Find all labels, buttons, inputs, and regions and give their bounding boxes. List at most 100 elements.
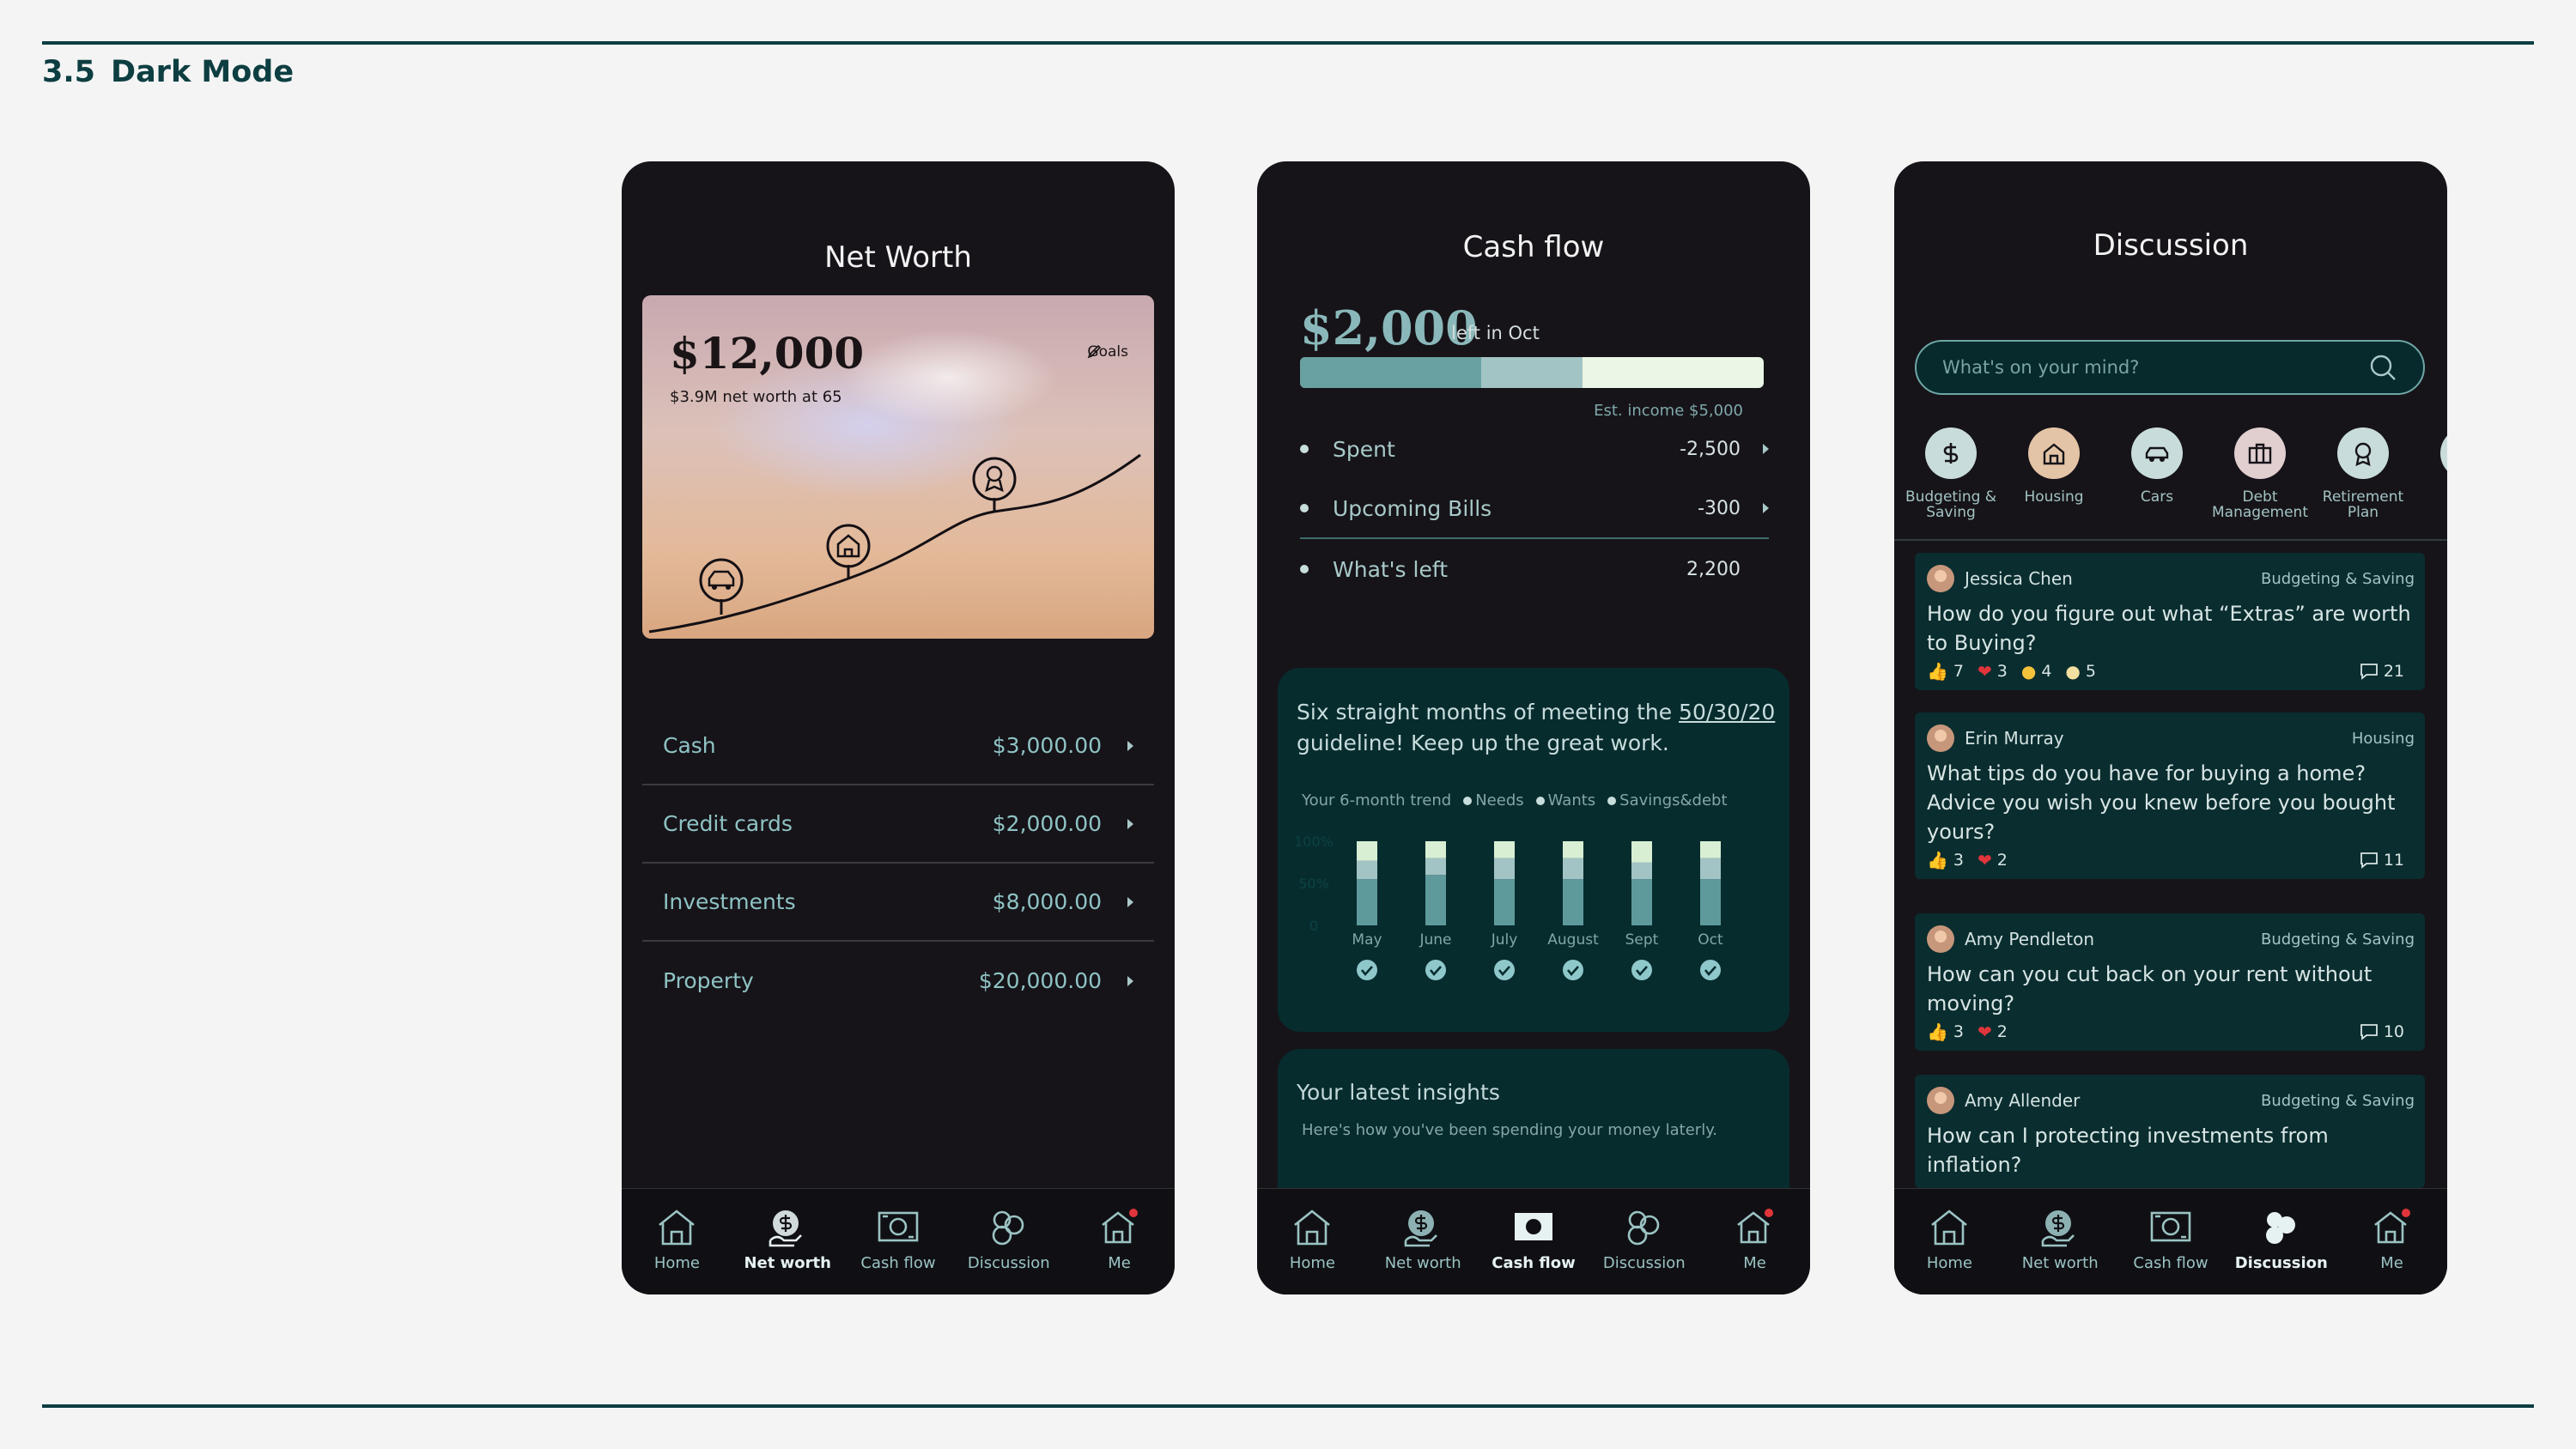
bar-needs-august <box>1563 879 1583 925</box>
phone-cash-flow: Cash flow $2,000 left in Oct Est. income… <box>1257 161 1810 1294</box>
account-row-property[interactable]: Property $20,000.00 <box>642 942 1154 1020</box>
category-o[interactable]: O <box>2415 427 2447 544</box>
reaction[interactable]: ● 4 <box>2021 661 2052 682</box>
category-retirement-plan[interactable]: Retirement Plan <box>2312 427 2415 544</box>
category-budgeting-saving[interactable]: Budgeting & Saving <box>1899 427 2002 544</box>
reaction[interactable]: ❤ 2 <box>1978 1022 2008 1042</box>
post-question: How can you cut back on your rent withou… <box>1927 962 2372 1016</box>
goals-link[interactable]: Goals <box>1087 343 1128 361</box>
cash-flow-row-spent[interactable]: Spent -2,500 <box>1300 419 1769 479</box>
tab-discussion[interactable]: Discussion <box>957 1206 1060 1294</box>
row-label: Upcoming Bills <box>1333 495 1492 521</box>
category-cars[interactable]: Cars <box>2105 427 2208 544</box>
discussion-icon <box>992 1210 1024 1246</box>
comments[interactable]: 10 <box>2360 1022 2404 1041</box>
discussion-icon <box>1627 1210 1660 1246</box>
idea-icon: ● <box>2065 661 2081 682</box>
tab-cash-flow[interactable]: Cash flow <box>847 1206 950 1294</box>
account-row-investments[interactable]: Investments $8,000.00 <box>642 864 1154 942</box>
cash-flow-row-whats-left: What's left 2,200 <box>1300 539 1769 599</box>
six-month-trend-card[interactable]: Six straight months of meeting the 50/30… <box>1278 668 1789 1032</box>
check-circle-icon <box>1357 960 1377 980</box>
net-worth-icon <box>1404 1210 1438 1247</box>
category-icon-circle <box>2440 427 2447 479</box>
think-icon: ● <box>2020 661 2037 682</box>
tab-label: Home <box>653 1254 700 1272</box>
account-row-cash[interactable]: Cash $3,000.00 <box>642 707 1154 785</box>
post-card[interactable]: Jessica Chen Budgeting & Saving How do you… <box>1915 553 2425 690</box>
account-label: Credit cards <box>663 811 793 836</box>
pencil-icon <box>1088 344 1102 359</box>
reaction[interactable]: ❤ 2 <box>1978 850 2008 870</box>
reaction[interactable]: 👍 3 <box>1927 1022 1964 1042</box>
insights-subtitle: Here's how you've been spending your mon… <box>1302 1121 1718 1139</box>
post-category: Budgeting & Saving <box>2261 1091 2415 1110</box>
reaction[interactable]: ❤ 3 <box>1978 661 2008 682</box>
guideline-link[interactable]: 50/30/20 <box>1679 700 1775 724</box>
post-header: Jessica Chen Budgeting & Saving <box>1927 565 2415 592</box>
tab-me[interactable]: Me <box>2341 1206 2444 1294</box>
tab-home[interactable]: Home <box>625 1206 728 1294</box>
post-card[interactable]: Erin Murray Housing What tips do you have … <box>1915 712 2425 879</box>
chevron-right-icon <box>1763 444 1769 454</box>
comments[interactable]: 21 <box>2360 662 2404 681</box>
row-value: -300 <box>1698 497 1741 519</box>
account-row-credit-cards[interactable]: Credit cards $2,000.00 <box>642 785 1154 864</box>
category-label: Housing <box>2024 488 2084 506</box>
post-card[interactable]: Amy Pendleton Budgeting & Saving How can y… <box>1915 913 2425 1051</box>
reaction[interactable]: ● 5 <box>2065 661 2096 682</box>
category-housing[interactable]: Housing <box>2002 427 2105 544</box>
tab-label: Home <box>1289 1254 1335 1272</box>
me-icon <box>1101 1209 1138 1244</box>
category-carousel[interactable]: Budgeting & Saving Housing Cars Debt Manage… <box>1899 427 2447 544</box>
house-icon <box>2043 443 2065 465</box>
comments[interactable]: 11 <box>2360 851 2404 870</box>
cash-flow-progress-bar <box>1300 357 1764 388</box>
x-tick-label: July <box>1491 931 1518 949</box>
reaction-count: 3 <box>1953 1022 1964 1041</box>
tab-me[interactable]: Me <box>1068 1206 1171 1294</box>
tab-label: Me <box>1743 1254 1766 1272</box>
net-worth-icon <box>769 1210 803 1247</box>
search-icon[interactable] <box>2368 353 2397 382</box>
bar-needs-oct <box>1700 879 1721 925</box>
tab-net-worth[interactable]: Net worth <box>736 1206 839 1294</box>
tab-cash-flow[interactable]: Cash flow <box>1482 1206 1585 1294</box>
category-debt-management[interactable]: Debt Management <box>2208 427 2312 544</box>
reaction[interactable]: 👍 3 <box>1927 850 1964 870</box>
post-meta: 👍 7 ❤ 3 ● 4 ● 5 21 <box>1927 661 2415 682</box>
tab-net-worth[interactable]: Net worth <box>2008 1206 2111 1294</box>
tab-net-worth[interactable]: Net worth <box>1371 1206 1474 1294</box>
tab-cash-flow[interactable]: Cash flow <box>2119 1206 2222 1294</box>
post-card[interactable]: Amy Allender Budgeting & Saving How can I … <box>1915 1075 2425 1188</box>
award-icon <box>2354 442 2372 467</box>
tab-me[interactable]: Me <box>1704 1206 1807 1294</box>
tab-discussion[interactable]: Discussion <box>1593 1206 1696 1294</box>
insights-title: Your latest insights <box>1297 1080 1500 1105</box>
bar-savings-debt-june <box>1425 841 1446 858</box>
tab-home[interactable]: Home <box>1898 1206 2001 1294</box>
trend-message-text: Six straight months of meeting the <box>1297 700 1680 724</box>
x-tick-label: August <box>1547 931 1599 949</box>
tab-home[interactable]: Home <box>1261 1206 1364 1294</box>
y-tick-label: 0 <box>1309 918 1318 934</box>
cash-flow-row-upcoming-bills[interactable]: Upcoming Bills -300 <box>1300 479 1769 539</box>
y-tick-label: 100% <box>1294 834 1334 850</box>
tab-discussion[interactable]: Discussion <box>2230 1206 2333 1294</box>
top-rule <box>42 41 2534 45</box>
bullet-icon <box>1300 504 1309 512</box>
bar-savings-debt-july <box>1494 841 1515 858</box>
trend-label: Your 6-month trend <box>1302 791 1452 809</box>
trend-message-text: guideline! Keep up the great work. <box>1297 731 1669 755</box>
account-label: Cash <box>663 733 716 758</box>
section-title: 3.5 Dark Mode <box>42 55 294 89</box>
cash-flow-icon <box>1514 1213 1552 1240</box>
post-author: Amy Allender <box>1965 1090 2081 1111</box>
search-input[interactable]: What's on your mind? <box>1915 340 2425 395</box>
tab-bar: Home Net worth Cash flow Discussion Me <box>622 1188 1175 1294</box>
home-icon <box>659 1210 696 1246</box>
reaction[interactable]: 👍 7 <box>1927 661 1964 682</box>
post-question: What tips do you have for buying a home?… <box>1927 761 2396 844</box>
net-worth-card[interactable]: $12,000 $3.9M net worth at 65 Goals <box>642 295 1154 639</box>
home-icon <box>1931 1210 1968 1246</box>
